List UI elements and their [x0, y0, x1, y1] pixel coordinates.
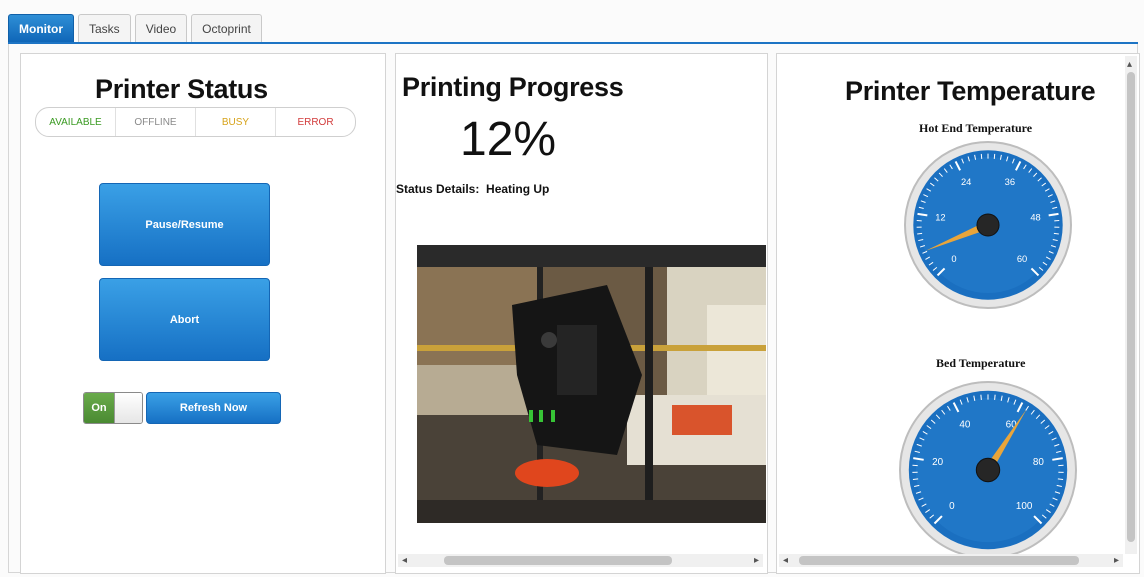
scroll-left-icon[interactable]: ◂	[783, 554, 788, 567]
gauge-tick-label: 0	[951, 254, 956, 264]
printer-temperature-title: Printer Temperature	[845, 76, 1096, 106]
scroll-right-icon[interactable]: ▸	[1114, 554, 1119, 567]
bed-gauge: 02040 6080100	[899, 381, 1077, 559]
temperature-vertical-scrollbar[interactable]: ▴	[1125, 56, 1137, 554]
status-offline: OFFLINE	[116, 108, 196, 136]
status-details-label: Status Details:	[396, 182, 480, 196]
gauge-minor-tick	[917, 232, 923, 235]
printing-progress-panel: Printing Progress 12% Status Details: He…	[395, 53, 768, 574]
status-details: Status Details: Heating Up	[396, 182, 549, 196]
printer-status-panel: Printer Status AVAILABLE OFFLINE BUSY ER…	[20, 53, 386, 574]
scrollbar-thumb[interactable]	[444, 556, 672, 565]
abort-button[interactable]: Abort	[99, 278, 270, 361]
tab-video[interactable]: Video	[134, 14, 188, 42]
refresh-now-button[interactable]: Refresh Now	[146, 392, 281, 424]
status-error: ERROR	[297, 116, 334, 128]
gauge-tick-label: 0	[949, 501, 955, 512]
toggle-knob	[114, 393, 142, 423]
status-indicator: AVAILABLE OFFLINE BUSY ERROR	[35, 107, 356, 137]
gauge-tick-label: 20	[932, 457, 943, 468]
webcam-video-feed	[417, 245, 766, 523]
progress-percent: 12%	[460, 113, 557, 166]
gauge-minor-tick	[1057, 478, 1064, 480]
printer-status-title: Printer Status	[95, 74, 268, 104]
webcam-image	[417, 245, 766, 523]
gauge-tick-label: 60	[1017, 254, 1027, 264]
tab-monitor[interactable]: Monitor	[8, 14, 74, 42]
hot-end-gauge: 0 12 24 36 48 60	[904, 141, 1072, 309]
gauge-hub	[975, 457, 1001, 483]
gauge-tick-label: 24	[961, 177, 971, 187]
gauge-tick-label: 40	[959, 420, 970, 431]
toggle-on-label: On	[84, 393, 114, 423]
temperature-horizontal-scrollbar[interactable]: ◂ ▸	[779, 554, 1123, 567]
auto-refresh-toggle[interactable]: On	[83, 392, 143, 424]
hot-end-label: Hot End Temperature	[919, 121, 1033, 135]
gauge-tick-label: 100	[1016, 501, 1033, 512]
scroll-up-icon[interactable]: ▴	[1127, 58, 1132, 71]
scrollbar-thumb[interactable]	[799, 556, 1079, 565]
status-details-value: Heating Up	[486, 182, 550, 196]
scrollbar-thumb[interactable]	[1127, 72, 1135, 542]
printing-progress-title: Printing Progress	[402, 72, 624, 102]
scroll-right-icon[interactable]: ▸	[754, 554, 759, 567]
gauge-tick-label: 48	[1030, 212, 1040, 222]
bed-label: Bed Temperature	[936, 356, 1026, 370]
gauge-minor-tick	[912, 478, 919, 480]
tab-tasks[interactable]: Tasks	[78, 14, 131, 42]
gauge-tick-label: 80	[1033, 457, 1044, 468]
pause-resume-button[interactable]: Pause/Resume	[99, 183, 270, 266]
printer-temperature-panel: Printer Temperature Hot End Temperature …	[776, 53, 1140, 574]
gauge-minor-tick	[1053, 232, 1059, 235]
status-available: AVAILABLE	[36, 108, 116, 136]
scroll-left-icon[interactable]: ◂	[402, 554, 407, 567]
status-busy: BUSY	[196, 108, 276, 136]
gauge-hub	[976, 213, 1000, 237]
gauge-tick-label: 12	[935, 212, 945, 222]
tab-bar: Monitor Tasks Video Octoprint	[8, 14, 262, 42]
gauge-tick-label: 36	[1005, 177, 1015, 187]
progress-horizontal-scrollbar[interactable]: ◂ ▸	[398, 554, 763, 567]
tab-octoprint[interactable]: Octoprint	[191, 14, 262, 42]
